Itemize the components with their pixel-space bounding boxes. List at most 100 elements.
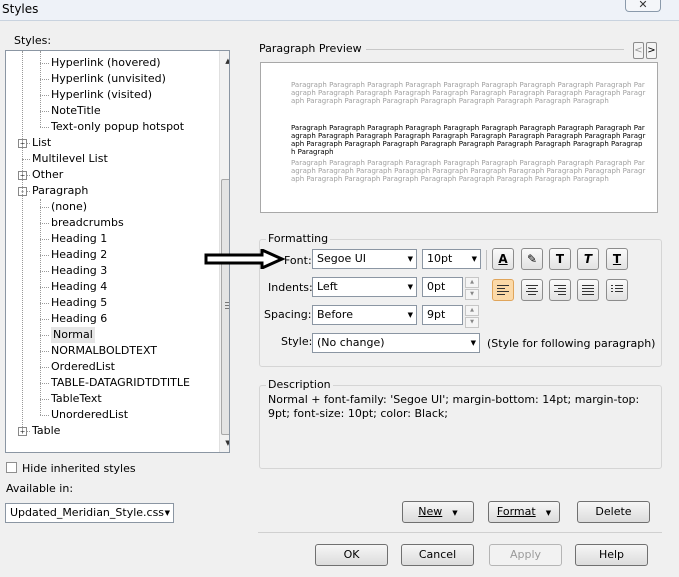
bullet-list-button[interactable] xyxy=(606,279,628,301)
align-left-icon xyxy=(497,285,509,297)
bold-button[interactable]: T xyxy=(549,248,571,270)
font-label: Font: xyxy=(284,254,312,267)
tree-connector xyxy=(40,367,49,368)
align-right-button[interactable] xyxy=(549,279,571,301)
tree-item[interactable]: Other xyxy=(32,167,63,183)
font-size-dropdown[interactable]: 10pt ▼ xyxy=(422,249,481,269)
hide-inherited-checkbox[interactable] xyxy=(6,462,17,473)
new-button[interactable]: New ▼ xyxy=(402,501,474,523)
tree-connector xyxy=(40,79,49,80)
tree-item[interactable]: UnorderedList xyxy=(51,407,128,423)
underline-button[interactable]: T xyxy=(606,248,628,270)
spin-up-icon[interactable]: ▲ xyxy=(465,305,479,316)
tree-item[interactable]: (none) xyxy=(51,199,87,215)
tree-item[interactable]: Heading 4 xyxy=(51,279,107,295)
available-in-value: Updated_Meridian_Style.css xyxy=(10,506,165,519)
spacing-label: Spacing: xyxy=(264,308,312,321)
tree-connector xyxy=(40,51,41,127)
spin-up-icon[interactable]: ▲ xyxy=(465,277,479,288)
tree-item[interactable]: NORMALBOLDTEXT xyxy=(51,343,157,359)
tree-connector xyxy=(40,319,49,320)
tree-connector xyxy=(40,255,49,256)
format-button[interactable]: Format ▼ xyxy=(488,501,560,523)
tree-item[interactable]: Text-only popup hotspot xyxy=(51,119,184,135)
tree-connector xyxy=(40,399,49,400)
indents-label: Indents: xyxy=(268,281,313,294)
spin-down-icon[interactable]: ▼ xyxy=(465,317,479,328)
preview-current-paragraph: Paragraph Paragraph Paragraph Paragraph … xyxy=(291,124,646,156)
scroll-thumb[interactable] xyxy=(221,179,229,435)
tree-item[interactable]: List xyxy=(32,135,51,151)
apply-button[interactable]: Apply xyxy=(489,544,562,566)
tree-connector xyxy=(22,159,30,160)
tree-connector xyxy=(40,111,49,112)
scroll-up-arrow-icon[interactable]: ▲ xyxy=(220,53,229,69)
tree-item[interactable]: Heading 3 xyxy=(51,263,107,279)
tree-item[interactable]: Hyperlink (hovered) xyxy=(51,55,161,71)
preview-next-paragraph: Paragraph Paragraph Paragraph Paragraph … xyxy=(291,159,646,183)
font-color-button[interactable]: A xyxy=(492,248,514,270)
indents-spinner[interactable]: ▲ ▼ xyxy=(465,277,479,300)
tree-item[interactable]: breadcrumbs xyxy=(51,215,124,231)
description-title: Description xyxy=(266,378,333,391)
justify-button[interactable] xyxy=(577,279,599,301)
spin-down-icon[interactable]: ▼ xyxy=(465,289,479,300)
preview-title: Paragraph Preview xyxy=(259,42,362,55)
window-title: Styles xyxy=(2,2,39,16)
new-button-label: New xyxy=(418,505,443,518)
chevron-down-icon: ▼ xyxy=(545,509,552,517)
indents-dropdown[interactable]: Left ▼ xyxy=(312,277,417,297)
tree-connector xyxy=(40,287,49,288)
chevron-down-icon: ▼ xyxy=(470,339,476,347)
title-bar xyxy=(0,0,679,21)
preview-prev-button[interactable]: < xyxy=(633,42,644,59)
font-size-value: 10pt xyxy=(427,252,453,265)
align-center-button[interactable] xyxy=(521,279,543,301)
tree-item[interactable]: NoteTitle xyxy=(51,103,101,119)
tree-item[interactable]: Hyperlink (unvisited) xyxy=(51,71,166,87)
align-left-button[interactable] xyxy=(492,279,514,301)
preview-next-button[interactable]: > xyxy=(646,42,657,59)
spacing-dropdown[interactable]: Before ▼ xyxy=(312,305,417,325)
toolbar-separator xyxy=(486,250,487,270)
indents-amount-input[interactable]: 0pt xyxy=(422,277,463,297)
tree-connector xyxy=(22,51,23,431)
preview-prev-paragraph: Paragraph Paragraph Paragraph Paragraph … xyxy=(291,81,646,105)
tree-item[interactable]: OrderedList xyxy=(51,359,115,375)
spacing-amount-input[interactable]: 9pt xyxy=(422,305,463,325)
next-style-dropdown[interactable]: (No change) ▼ xyxy=(312,333,480,353)
italic-button[interactable]: T xyxy=(577,248,599,270)
ok-button[interactable]: OK xyxy=(315,544,388,566)
tree-item[interactable]: Table xyxy=(32,423,60,439)
scroll-down-arrow-icon[interactable]: ▼ xyxy=(220,435,229,451)
tree-connector xyxy=(40,199,41,415)
tree-item[interactable]: Heading 6 xyxy=(51,311,107,327)
scroll-grip-line xyxy=(225,308,229,309)
style-label: Style: xyxy=(281,335,313,348)
tree-item[interactable]: Multilevel List xyxy=(32,151,108,167)
chevron-down-icon: ▼ xyxy=(452,509,458,517)
delete-button[interactable]: Delete xyxy=(577,501,650,523)
justify-icon xyxy=(582,285,594,297)
available-in-dropdown[interactable]: Updated_Meridian_Style.css ▼ xyxy=(5,503,174,523)
highlight-button[interactable]: ✎ xyxy=(521,248,543,270)
tree-connector xyxy=(40,271,49,272)
tree-connector xyxy=(40,383,49,384)
tree-item[interactable]: Heading 5 xyxy=(51,295,107,311)
available-in-label: Available in: xyxy=(6,482,74,495)
styles-tree[interactable]: Hyperlink (hovered) Hyperlink (unvisited)… xyxy=(5,50,230,453)
tree-item[interactable]: TableText xyxy=(51,391,102,407)
formatting-title: Formatting xyxy=(266,232,331,245)
description-text: Normal + font-family: 'Segoe UI'; margin… xyxy=(268,393,640,420)
tree-item[interactable]: Hyperlink (visited) xyxy=(51,87,152,103)
close-button[interactable]: ✕ xyxy=(625,0,661,12)
tree-item[interactable]: Heading 2 xyxy=(51,247,107,263)
cancel-button[interactable]: Cancel xyxy=(401,544,474,566)
tree-item[interactable]: Paragraph xyxy=(32,183,88,199)
font-dropdown[interactable]: Segoe UI ▼ xyxy=(312,249,417,269)
help-button[interactable]: Help xyxy=(575,544,648,566)
spacing-spinner[interactable]: ▲ ▼ xyxy=(465,305,479,328)
tree-item[interactable]: Normal xyxy=(51,327,95,343)
tree-item[interactable]: Heading 1 xyxy=(51,231,107,247)
tree-item[interactable]: TABLE-DATAGRIDTDTITLE xyxy=(51,375,190,391)
